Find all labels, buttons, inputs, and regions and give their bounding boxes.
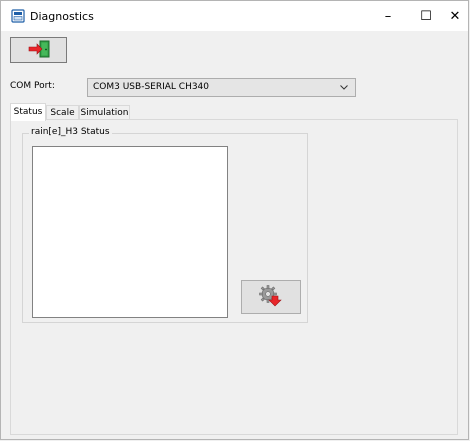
com-port-label: COM Port:: [10, 81, 55, 91]
close-button[interactable]: ✕: [438, 1, 470, 31]
com-port-select[interactable]: COM3 USB-SERIAL CH340: [87, 78, 356, 97]
tab-status[interactable]: Status: [10, 103, 46, 121]
status-groupbox: rain[e]_H3 Status: [22, 127, 308, 323]
tab-scale[interactable]: Scale: [46, 105, 79, 120]
status-text-box[interactable]: [32, 146, 228, 318]
tab-simulation[interactable]: Simulation: [79, 105, 130, 120]
exit-button[interactable]: [10, 37, 67, 63]
diagnostics-window: Diagnostics – ☐ ✕ COM Port: COM3 USB-SER…: [0, 0, 469, 440]
gear-download-icon: [258, 284, 284, 311]
status-group-title: rain[e]_H3 Status: [29, 127, 112, 137]
app-icon: [11, 9, 25, 23]
status-tab-panel: rain[e]_H3 Status: [10, 119, 458, 435]
exit-door-arrow-icon: [26, 39, 52, 62]
read-status-button[interactable]: [241, 280, 301, 314]
minimize-button[interactable]: –: [371, 1, 405, 31]
window-title: Diagnostics: [30, 10, 94, 23]
com-port-value: COM3 USB-SERIAL CH340: [93, 82, 210, 92]
chevron-down-icon: [339, 82, 349, 92]
title-bar[interactable]: Diagnostics – ☐ ✕: [1, 1, 468, 31]
